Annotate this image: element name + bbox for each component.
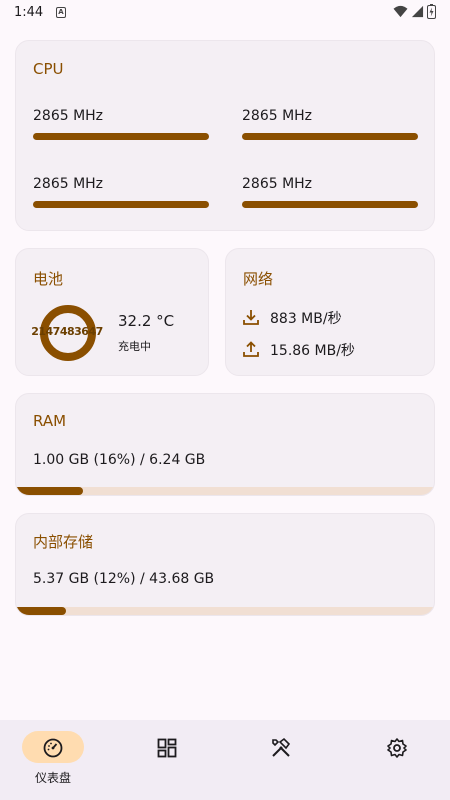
nav-item-dashboard[interactable]: 仪表盘 (0, 720, 112, 800)
status-icons (393, 4, 436, 19)
cpu-core-load-bar (242, 133, 418, 140)
ram-usage-track (16, 487, 434, 495)
storage-usage-track (16, 607, 434, 615)
ram-card[interactable]: RAM 1.00 GB (16%) / 6.24 GB (15, 393, 435, 496)
apps-grid-icon (157, 738, 177, 758)
status-bar: 1:44 A (0, 0, 450, 26)
battery-ring-value: 2147483647 (31, 325, 103, 338)
ram-usage-fill (16, 487, 83, 495)
battery-title: 电池 (33, 270, 64, 288)
storage-card[interactable]: 内部存储 5.37 GB (12%) / 43.68 GB (15, 513, 435, 616)
dashboard-icon (43, 738, 63, 758)
wifi-icon (393, 5, 408, 18)
cpu-core-freq: 2865 MHz (33, 108, 104, 124)
upload-icon (243, 341, 259, 357)
cpu-title: CPU (33, 60, 64, 78)
cpu-core-load-bar (242, 201, 418, 208)
storage-usage: 5.37 GB (12%) / 43.68 GB (33, 571, 215, 587)
storage-usage-fill (16, 607, 67, 615)
upload-speed: 15.86 MB/秒 (270, 343, 355, 359)
battery-charging-state: 充电中 (118, 340, 151, 353)
cpu-core-load-bar (33, 201, 209, 208)
network-title: 网络 (243, 270, 274, 288)
battery-charging-icon (427, 4, 436, 19)
battery-card[interactable]: 电池 2147483647 32.2 °C 充电中 (15, 248, 209, 376)
nav-item-settings[interactable] (336, 720, 448, 800)
network-card[interactable]: 网络 883 MB/秒 15.86 MB/秒 (225, 248, 435, 376)
cpu-core-freq: 2865 MHz (242, 176, 313, 192)
bottom-navigation: 仪表盘 (0, 720, 450, 800)
cpu-core-freq: 2865 MHz (242, 108, 313, 124)
tools-icon (272, 737, 291, 757)
cpu-core-freq: 2865 MHz (33, 176, 104, 192)
settings-icon (387, 738, 407, 758)
download-speed: 883 MB/秒 (270, 311, 342, 327)
cpu-card[interactable]: CPU 2865 MHz 2865 MHz 2865 MHz 2865 MHz (15, 40, 435, 231)
download-icon (243, 310, 259, 325)
notification-a-icon: A (56, 7, 66, 18)
signal-icon (411, 5, 424, 18)
status-time: 1:44 (14, 5, 44, 20)
nav-item-tools[interactable] (224, 720, 336, 800)
ram-usage: 1.00 GB (16%) / 6.24 GB (33, 452, 206, 468)
nav-item-apps[interactable] (112, 720, 224, 800)
storage-title: 内部存储 (33, 533, 94, 551)
cpu-core-load-bar (33, 133, 209, 140)
battery-temperature: 32.2 °C (118, 312, 175, 330)
ram-title: RAM (33, 412, 67, 430)
nav-label-dashboard: 仪表盘 (34, 771, 71, 785)
